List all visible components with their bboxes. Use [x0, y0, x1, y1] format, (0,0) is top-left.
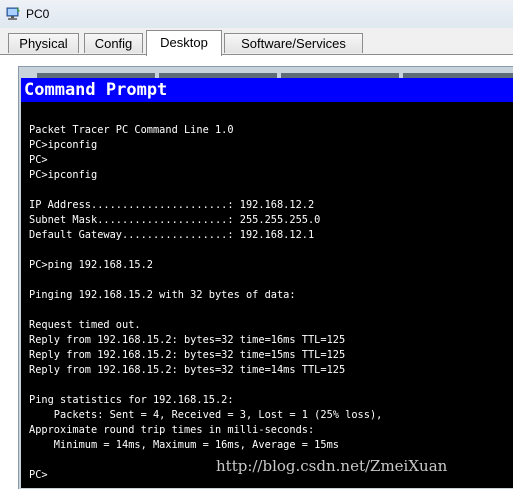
- tab-bar: Physical Config Desktop Software/Service…: [0, 28, 513, 56]
- console-line: PC>ipconfig: [29, 169, 98, 181]
- pc-computer-icon: [5, 6, 21, 22]
- console-line: Reply from 192.168.15.2: bytes=32 time=1…: [29, 364, 346, 376]
- console-line: PC>ipconfig: [29, 139, 98, 151]
- console-output[interactable]: Packet Tracer PC Command Line 1.0 PC>ipco…: [29, 123, 509, 483]
- console-line: Reply from 192.168.15.2: bytes=32 time=1…: [29, 349, 346, 361]
- console-line: Packets: Sent = 4, Received = 3, Lost = …: [29, 409, 383, 421]
- console-line: PC>: [29, 154, 48, 166]
- tab-config[interactable]: Config: [84, 33, 143, 53]
- console-line: PC>ping 192.168.15.2: [29, 259, 153, 271]
- console-line: Ping statistics for 192.168.15.2:: [29, 394, 234, 406]
- console-line: Pinging 192.168.15.2 with 32 bytes of da…: [29, 289, 296, 301]
- console-line: Default Gateway.................: 192.16…: [29, 229, 315, 241]
- command-prompt-title: Command Prompt: [21, 78, 513, 102]
- console-line: Subnet Mask.....................: 255.25…: [29, 214, 321, 226]
- command-prompt-window[interactable]: Command Prompt Packet Tracer PC Command …: [21, 78, 513, 488]
- console-line: Packet Tracer PC Command Line 1.0: [29, 124, 234, 136]
- tab-physical[interactable]: Physical: [8, 33, 79, 53]
- tab-desktop[interactable]: Desktop: [146, 30, 222, 56]
- console-line: IP Address......................: 192.16…: [29, 199, 315, 211]
- window-title-bar: PC0: [0, 0, 513, 29]
- watermark: http://blog.csdn.net/ZmeiXuan: [216, 457, 448, 475]
- console-line: Approximate round trip times in milli-se…: [29, 424, 315, 436]
- console-line: Reply from 192.168.15.2: bytes=32 time=1…: [29, 334, 346, 346]
- window-title: PC0: [26, 7, 50, 21]
- tab-software-services[interactable]: Software/Services: [224, 33, 363, 53]
- console-line: Minimum = 14ms, Maximum = 16ms, Average …: [29, 439, 339, 451]
- console-line: Request timed out.: [29, 319, 141, 331]
